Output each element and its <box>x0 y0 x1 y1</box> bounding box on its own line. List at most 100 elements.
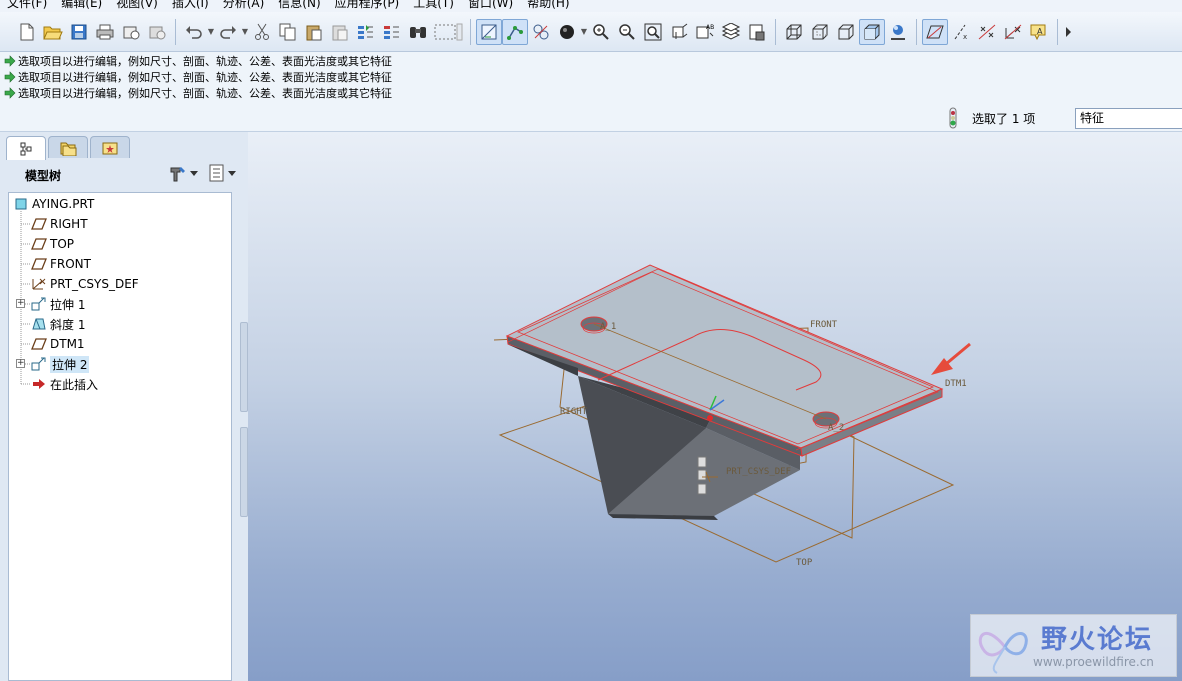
cut-icon[interactable] <box>249 19 275 45</box>
selection-filter-select[interactable]: 特征 <box>1075 108 1182 129</box>
tree-item-dtm1[interactable]: DTM1 <box>31 334 85 354</box>
undo-dropdown-icon[interactable]: ▼ <box>207 27 215 36</box>
csys-display-icon[interactable] <box>1000 19 1026 45</box>
menu-insert[interactable]: 插入(I) <box>165 0 216 12</box>
tree-item-csys[interactable]: PRT_CSYS_DEF <box>31 274 139 294</box>
wireframe-icon[interactable] <box>781 19 807 45</box>
extrude-icon <box>31 296 47 312</box>
tree-item-top[interactable]: TOP <box>31 234 74 254</box>
tree-item-draft-1[interactable]: 斜度 1 <box>31 314 85 334</box>
reorient-icon[interactable] <box>666 19 692 45</box>
toolbar-separator <box>916 18 917 45</box>
paste-special-icon[interactable] <box>327 19 353 45</box>
menu-info[interactable]: 信息(N) <box>271 0 327 12</box>
saved-views-icon[interactable]: AB <box>692 19 718 45</box>
menu-tools[interactable]: 工具(T) <box>406 0 461 12</box>
tree-item-insert-here[interactable]: 在此插入 <box>31 374 98 394</box>
expand-toggle[interactable]: + <box>16 299 25 308</box>
menu-applications[interactable]: 应用程序(P) <box>328 0 407 12</box>
main-toolbar: ▼ ▼ ▼ AB x A <box>0 12 1182 52</box>
paste-icon[interactable] <box>301 19 327 45</box>
forum-watermark: 野火论坛 www.proewildfire.cn <box>970 614 1177 677</box>
annotation-display-icon[interactable]: A <box>1026 19 1052 45</box>
shading-icon[interactable] <box>859 18 885 45</box>
datum-plane-icon <box>31 236 47 252</box>
hidden-line-icon[interactable] <box>807 19 833 45</box>
tree-settings-button[interactable] <box>168 164 198 182</box>
spin-dropdown-icon[interactable]: ▼ <box>580 27 588 36</box>
tree-item-label: FRONT <box>50 257 91 271</box>
axis-display-icon[interactable]: x <box>948 19 974 45</box>
tree-item-label: TOP <box>50 237 75 251</box>
menu-analysis[interactable]: 分析(A) <box>216 0 272 12</box>
no-hidden-icon[interactable] <box>833 19 859 45</box>
navigator-tabs <box>6 136 130 160</box>
regenerate-icon[interactable] <box>353 19 379 45</box>
refit-icon[interactable] <box>640 19 666 45</box>
plane-display-icon[interactable] <box>922 18 948 45</box>
copy-icon[interactable] <box>275 19 301 45</box>
redo-dropdown-icon[interactable]: ▼ <box>241 27 249 36</box>
toolbar-separator <box>1057 18 1058 45</box>
tree-item-label: RIGHT <box>50 217 88 231</box>
panel-splitter-upper[interactable] <box>240 322 248 412</box>
zoom-in-icon[interactable] <box>588 19 614 45</box>
tree-item-right[interactable]: RIGHT <box>31 214 88 234</box>
model-tree-icon <box>20 142 32 155</box>
zoom-out-icon[interactable] <box>614 19 640 45</box>
send-mail-icon[interactable] <box>118 19 144 45</box>
tree-item-extrude-1[interactable]: 拉伸 1 <box>31 294 85 314</box>
expand-toggle[interactable]: + <box>16 359 25 368</box>
folder-browser-tab[interactable] <box>48 136 88 158</box>
datum-axis-toggle-icon[interactable] <box>502 18 528 45</box>
toolbar-separator <box>775 18 776 45</box>
graphics-window[interactable]: FRONT DTM1 RIGHT TOP PRT_CSYS_DEF A_1 A_… <box>248 132 1182 681</box>
point-display-icon[interactable] <box>974 19 1000 45</box>
menu-window[interactable]: 窗口(W) <box>461 0 520 12</box>
toolbar-separator <box>175 18 176 45</box>
tree-item-extrude-2[interactable]: 拉伸 2 <box>31 354 90 374</box>
save-icon[interactable] <box>66 19 92 45</box>
favorites-icon <box>102 142 118 154</box>
green-arrow-icon <box>4 87 16 99</box>
menu-file[interactable]: 文件(F) <box>0 0 54 12</box>
folder-icon <box>60 142 77 156</box>
datum-plane-toggle-icon[interactable] <box>476 18 502 45</box>
toolbar-overflow-icon[interactable] <box>1063 19 1073 45</box>
new-icon[interactable] <box>14 19 40 45</box>
green-arrow-icon <box>4 71 16 83</box>
panel-splitter-lower[interactable] <box>240 427 248 517</box>
tree-item-front[interactable]: FRONT <box>31 254 91 274</box>
find-icon[interactable] <box>405 19 431 45</box>
spin-center-icon[interactable] <box>554 19 580 45</box>
favorites-tab[interactable] <box>90 136 130 158</box>
traffic-light-icon[interactable] <box>946 107 960 129</box>
menu-view[interactable]: 视图(V) <box>109 0 165 12</box>
print-icon[interactable] <box>92 19 118 45</box>
proe-window: 文件(F) 编辑(E) 视图(V) 插入(I) 分析(A) 信息(N) 应用程序… <box>0 0 1182 681</box>
enhanced-realism-icon[interactable] <box>885 19 911 45</box>
svg-text:x: x <box>963 33 967 41</box>
undo-icon[interactable] <box>181 19 207 45</box>
tree-item-label: 拉伸 2 <box>50 355 90 373</box>
select-box-icon[interactable] <box>431 19 465 45</box>
send-mail-attach-icon[interactable] <box>144 19 170 45</box>
open-icon[interactable] <box>40 19 66 45</box>
datum-plane-icon <box>31 216 47 232</box>
model-tree-tab[interactable] <box>6 136 46 160</box>
tree-item-label: 在此插入 <box>50 377 99 392</box>
tree-title: 模型树 <box>25 168 62 183</box>
menu-help[interactable]: 帮助(H) <box>520 0 576 12</box>
tree-show-button[interactable] <box>208 164 236 182</box>
extrude-icon <box>31 356 47 372</box>
label-top: TOP <box>796 558 813 568</box>
datum-point-toggle-icon[interactable] <box>528 19 554 45</box>
layers-icon[interactable] <box>718 19 744 45</box>
menu-edit[interactable]: 编辑(E) <box>54 0 109 12</box>
tree-item-label: PRT_CSYS_DEF <box>50 277 139 291</box>
model-tree: AYING.PRT RIGHT TOP FRONT PRT_CSYS_DEF + <box>8 192 232 681</box>
tree-root[interactable]: AYING.PRT <box>13 194 94 214</box>
redo-icon[interactable] <box>215 19 241 45</box>
regen-manager-icon[interactable] <box>379 19 405 45</box>
view-manager-icon[interactable] <box>744 19 770 45</box>
